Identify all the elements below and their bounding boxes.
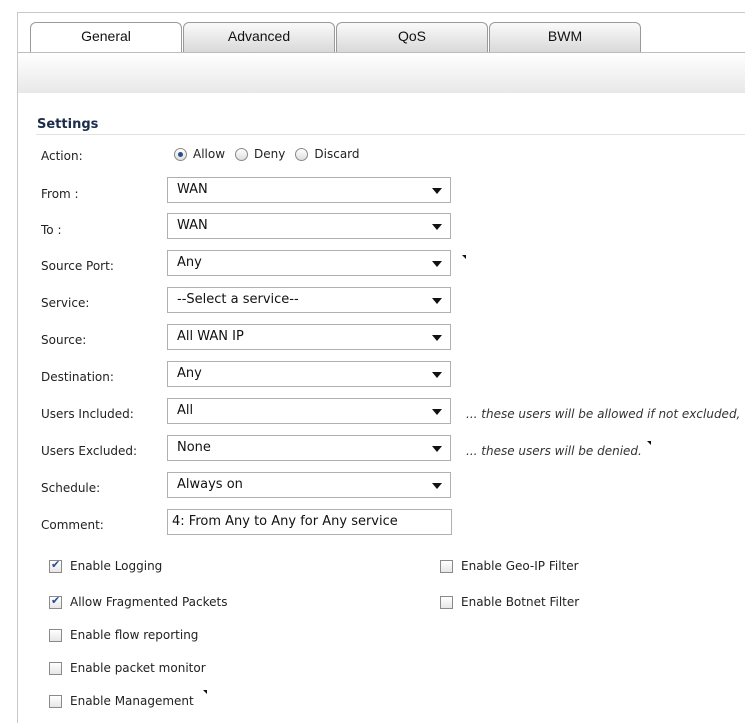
radio-deny[interactable] [235,147,249,161]
tab-general[interactable]: General [30,22,182,54]
geo-ip-label: Enable Geo-IP Filter [461,559,579,573]
flow-reporting-checkbox-row: Enable flow reporting [49,628,198,642]
from-value: WAN [177,182,208,197]
radio-discard[interactable] [295,147,309,161]
tab-qos[interactable]: QoS [336,22,488,52]
allow-fragmented-label: Allow Fragmented Packets [70,595,228,609]
chevron-down-icon [432,224,442,230]
to-label: To : [41,223,62,237]
source-port-label: Source Port: [41,259,114,273]
botnet-checkbox[interactable] [440,595,453,609]
comment-input[interactable]: 4: From Any to Any for Any service [167,509,452,535]
from-label: From : [41,187,79,201]
source-port-select[interactable]: Any [167,250,451,276]
packet-monitor-label: Enable packet monitor [70,661,206,675]
chevron-down-icon [432,372,442,378]
tooltip-corner-icon[interactable] [203,690,207,694]
chevron-down-icon [432,298,442,304]
source-port-value: Any [177,255,202,270]
schedule-label: Schedule: [41,481,101,495]
radio-allow-label: Allow [193,147,226,161]
section-divider [36,134,745,135]
management-checkbox-row: Enable Management [49,694,194,708]
chevron-down-icon [432,335,442,341]
source-label: Source: [41,333,87,347]
destination-label: Destination: [41,370,114,384]
schedule-select[interactable]: Always on [167,472,451,498]
packet-monitor-checkbox[interactable] [49,661,62,675]
destination-value: Any [177,366,202,381]
tab-bwm[interactable]: BWM [489,22,641,52]
schedule-value: Always on [177,477,243,492]
section-title: Settings [37,117,99,132]
action-label: Action: [41,149,83,163]
tab-panel-header [18,52,745,93]
enable-logging-checkbox[interactable] [49,558,62,573]
users-included-select[interactable]: All [167,398,451,424]
chevron-down-icon [432,483,442,489]
tab-advanced[interactable]: Advanced [183,22,335,52]
action-radio-group: Allow Deny Discard [174,147,370,161]
service-value: --Select a service-- [177,292,299,307]
radio-deny-label: Deny [254,147,286,161]
flow-reporting-label: Enable flow reporting [70,628,199,642]
chevron-down-icon [432,261,442,267]
users-excluded-note: ... these users will be denied. [466,444,642,458]
service-select[interactable]: --Select a service-- [167,287,451,313]
source-value: All WAN IP [177,329,244,344]
radio-allow[interactable] [174,147,187,161]
radio-discard-label: Discard [314,147,360,161]
to-select[interactable]: WAN [167,213,451,239]
enable-logging-label: Enable Logging [70,559,163,573]
chevron-down-icon [432,446,442,452]
chevron-down-icon [432,188,442,194]
geo-ip-checkbox[interactable] [440,559,453,573]
flow-reporting-checkbox[interactable] [49,628,62,642]
users-excluded-select[interactable]: None [167,435,451,461]
users-included-label: Users Included: [41,407,134,421]
from-select[interactable]: WAN [167,177,451,203]
to-value: WAN [177,218,208,233]
users-excluded-value: None [177,440,211,455]
botnet-label: Enable Botnet Filter [461,595,580,609]
tooltip-corner-icon[interactable] [462,255,466,259]
allow-fragmented-checkbox[interactable] [49,594,62,609]
destination-select[interactable]: Any [167,361,451,387]
chevron-down-icon [432,409,442,415]
source-select[interactable]: All WAN IP [167,324,451,350]
management-checkbox[interactable] [49,694,62,708]
management-label: Enable Management [70,694,194,708]
users-included-note: ... these users will be allowed if not e… [466,407,741,421]
geo-ip-checkbox-row: Enable Geo-IP Filter [440,559,579,573]
enable-logging-checkbox-row: Enable Logging [49,558,163,573]
comment-label: Comment: [41,518,104,532]
users-excluded-label: Users Excluded: [41,444,138,458]
allow-fragmented-checkbox-row: Allow Fragmented Packets [49,594,228,609]
users-included-value: All [177,403,194,418]
packet-monitor-checkbox-row: Enable packet monitor [49,661,206,675]
tooltip-corner-icon[interactable] [647,441,651,445]
service-label: Service: [41,296,90,310]
botnet-checkbox-row: Enable Botnet Filter [440,595,579,609]
